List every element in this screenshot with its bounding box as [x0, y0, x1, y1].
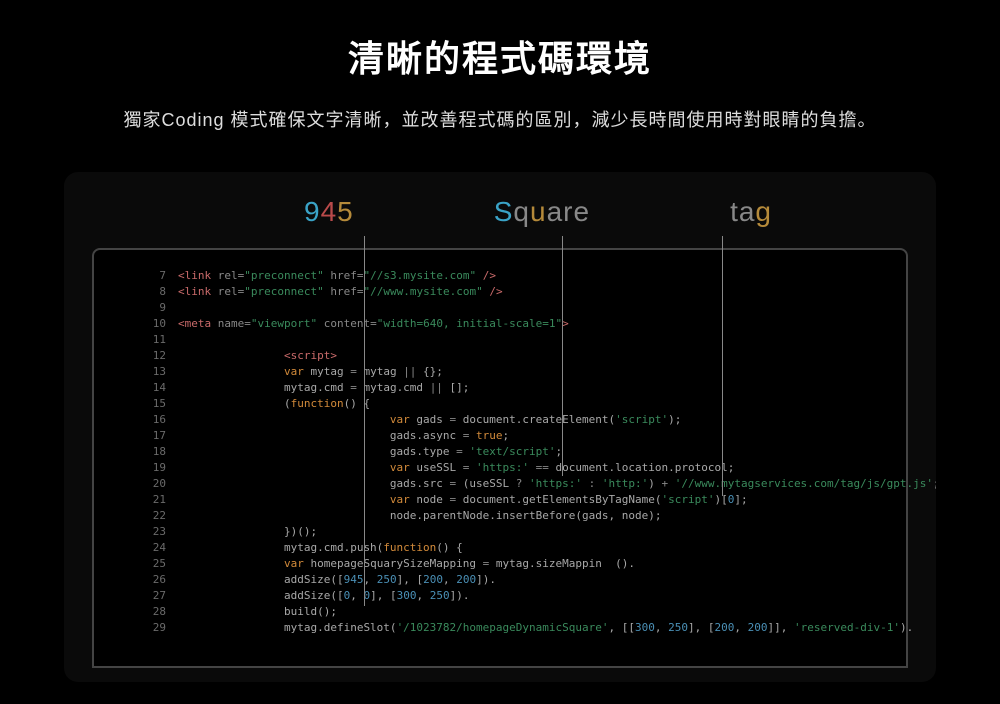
line-content: var useSSL = 'https:' == document.locati…: [178, 460, 906, 476]
line-content: var mytag = mytag || {};: [178, 364, 906, 380]
line-content: <link rel="preconnect" href="//s3.mysite…: [178, 268, 906, 284]
line-number: 10: [142, 316, 178, 332]
line-number: 26: [142, 572, 178, 588]
code-line: 27 addSize([0, 0], [300, 250]).: [142, 588, 906, 604]
line-content: <link rel="preconnect" href="//www.mysit…: [178, 284, 906, 300]
glyph-S: S: [494, 196, 514, 227]
line-content: })();: [178, 524, 906, 540]
code-line: 29 mytag.defineSlot('/1023782/homepageDy…: [142, 620, 906, 636]
line-number: 8: [142, 284, 178, 300]
monitor-frame: 7<link rel="preconnect" href="//s3.mysit…: [92, 248, 908, 668]
line-content: gads.async = true;: [178, 428, 906, 444]
code-line: 10<meta name="viewport" content="width=6…: [142, 316, 906, 332]
line-number: 21: [142, 492, 178, 508]
glyph-4: 4: [321, 196, 338, 227]
line-number: 9: [142, 300, 178, 316]
line-content: <script>: [178, 348, 906, 364]
code-line: 7<link rel="preconnect" href="//s3.mysit…: [142, 268, 906, 284]
line-number: 23: [142, 524, 178, 540]
code-line: 23 })();: [142, 524, 906, 540]
page-title: 清晰的程式碼環境: [0, 30, 1000, 82]
label-tag: tag: [730, 196, 772, 228]
line-content: <meta name="viewport" content="width=640…: [178, 316, 906, 332]
line-content: mytag.defineSlot('/1023782/homepageDynam…: [178, 620, 913, 636]
line-content: mytag.cmd.push(function() {: [178, 540, 906, 556]
line-content: var node = document.getElementsByTagName…: [178, 492, 906, 508]
line-content: addSize([0, 0], [300, 250]).: [178, 588, 906, 604]
code-line: 20 gads.src = (useSSL ? 'https:' : 'http…: [142, 476, 906, 492]
pointer-line-2: [562, 236, 563, 476]
line-number: 13: [142, 364, 178, 380]
code-line: 19 var useSSL = 'https:' == document.loc…: [142, 460, 906, 476]
glyph-r: r: [563, 196, 573, 227]
display-area: 945 Square tag 7<link rel="preconnect" h…: [64, 172, 936, 682]
code-line: 28 build();: [142, 604, 906, 620]
line-content: node.parentNode.insertBefore(gads, node)…: [178, 508, 906, 524]
code-line: 21 var node = document.getElementsByTagN…: [142, 492, 906, 508]
line-content: [178, 300, 906, 316]
code-block: 7<link rel="preconnect" href="//s3.mysit…: [94, 268, 906, 636]
line-content: [178, 332, 906, 348]
code-line: 17 gads.async = true;: [142, 428, 906, 444]
code-line: 11: [142, 332, 906, 348]
code-line: 25 var homepageSquarySizeMapping = mytag…: [142, 556, 906, 572]
line-content: mytag.cmd = mytag.cmd || [];: [178, 380, 906, 396]
line-number: 29: [142, 620, 178, 636]
glyph-5: 5: [337, 196, 354, 227]
code-line: 14 mytag.cmd = mytag.cmd || [];: [142, 380, 906, 396]
line-content: addSize([945, 250], [200, 200]).: [178, 572, 906, 588]
code-line: 15 (function() {: [142, 396, 906, 412]
line-number: 14: [142, 380, 178, 396]
line-number: 19: [142, 460, 178, 476]
page-subtitle: 獨家Coding 模式確保文字清晰，並改善程式碼的區別，減少長時間使用時對眼睛的…: [0, 106, 1000, 132]
code-line: 24 mytag.cmd.push(function() {: [142, 540, 906, 556]
glyph-a2: a: [739, 196, 756, 227]
glyph-g: g: [755, 196, 772, 227]
code-line: 18 gads.type = 'text/script';: [142, 444, 906, 460]
code-line: 22 node.parentNode.insertBefore(gads, no…: [142, 508, 906, 524]
line-number: 20: [142, 476, 178, 492]
code-line: 16 var gads = document.createElement('sc…: [142, 412, 906, 428]
code-line: 13 var mytag = mytag || {};: [142, 364, 906, 380]
glyph-u: u: [530, 196, 547, 227]
line-number: 25: [142, 556, 178, 572]
line-content: var gads = document.createElement('scrip…: [178, 412, 906, 428]
line-content: build();: [178, 604, 906, 620]
glyph-9: 9: [304, 196, 321, 227]
glyph-e: e: [573, 196, 590, 227]
glyph-q: q: [513, 196, 530, 227]
header: 清晰的程式碼環境 獨家Coding 模式確保文字清晰，並改善程式碼的區別，減少長…: [0, 0, 1000, 132]
line-number: 7: [142, 268, 178, 284]
pointer-line-3: [722, 236, 723, 496]
label-945: 945: [304, 196, 354, 228]
line-content: gads.src = (useSSL ? 'https:' : 'http:')…: [178, 476, 936, 492]
code-line: 12 <script>: [142, 348, 906, 364]
line-content: gads.type = 'text/script';: [178, 444, 906, 460]
glyph-t: t: [730, 196, 739, 227]
line-number: 28: [142, 604, 178, 620]
line-number: 11: [142, 332, 178, 348]
code-line: 9: [142, 300, 906, 316]
glyph-a: a: [547, 196, 564, 227]
line-number: 22: [142, 508, 178, 524]
line-number: 15: [142, 396, 178, 412]
line-number: 17: [142, 428, 178, 444]
line-number: 12: [142, 348, 178, 364]
code-line: 8<link rel="preconnect" href="//www.mysi…: [142, 284, 906, 300]
glyph-labels: 945 Square tag: [64, 196, 936, 228]
line-content: var homepageSquarySizeMapping = mytag.si…: [178, 556, 906, 572]
code-line: 26 addSize([945, 250], [200, 200]).: [142, 572, 906, 588]
line-number: 27: [142, 588, 178, 604]
line-content: (function() {: [178, 396, 906, 412]
line-number: 16: [142, 412, 178, 428]
line-number: 24: [142, 540, 178, 556]
label-square: Square: [494, 196, 590, 228]
pointer-line-1: [364, 236, 365, 606]
line-number: 18: [142, 444, 178, 460]
